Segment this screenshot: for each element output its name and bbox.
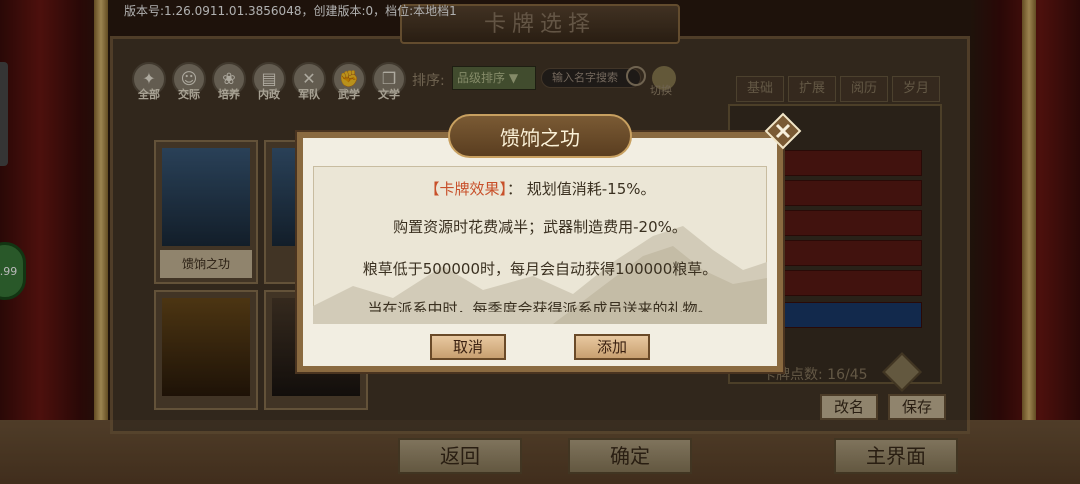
effect-line-4: 当在派系中时，每季度会获得派系成员送来的礼物。 (367, 300, 713, 312)
effect-text: 规划值消耗-15%。 (526, 180, 656, 198)
effect-separator: ： (506, 180, 522, 198)
add-button[interactable]: 添加 (574, 334, 650, 360)
effect-label: 【卡牌效果】 (424, 180, 507, 198)
effect-line: 【卡牌效果】： 规划值消耗-15%。 (313, 178, 767, 199)
effect-line-2: 购置资源时花费减半；武器制造费用-20%。 (393, 218, 687, 236)
effect-line-3: 粮草低于500000时，每月会自动获得100000粮草。 (362, 260, 718, 278)
close-icon[interactable] (764, 112, 802, 150)
cancel-button[interactable]: 取消 (430, 334, 506, 360)
dialog-title: 馈饷之功 (500, 126, 580, 150)
